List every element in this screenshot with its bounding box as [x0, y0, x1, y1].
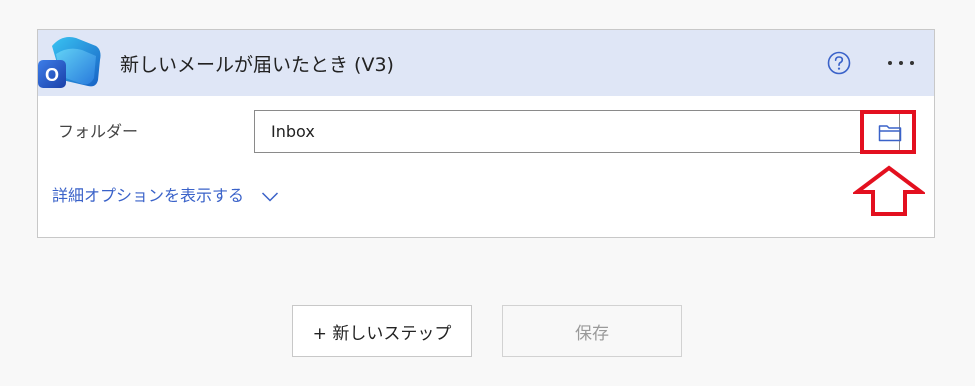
folder-input[interactable]: Inbox — [254, 110, 900, 153]
question-circle-icon[interactable] — [826, 50, 852, 76]
folder-input-value: Inbox — [271, 122, 315, 141]
outlook-logo: O — [38, 37, 101, 88]
new-step-button[interactable]: + 新しいステップ — [292, 305, 472, 357]
trigger-title: 新しいメールが届いたとき (V3) — [120, 54, 394, 76]
logo-letter: O — [45, 65, 59, 85]
show-advanced-options-link[interactable]: 詳細オプションを表示する — [52, 182, 279, 206]
save-button[interactable]: 保存 — [502, 305, 682, 357]
trigger-card-header[interactable]: O 新しいメールが届いたとき (V3) — [38, 30, 934, 96]
chevron-down-icon — [262, 191, 279, 202]
ellipsis-icon[interactable] — [884, 50, 918, 76]
folder-field-label: フォルダー — [58, 122, 139, 141]
advanced-options-label: 詳細オプションを表示する — [52, 186, 245, 205]
folder-icon — [878, 125, 902, 142]
folder-picker-button[interactable] — [861, 111, 919, 155]
trigger-card: O 新しいメールが届いたとき (V3) フォルダー Inbox 詳細オプションを… — [37, 29, 935, 238]
